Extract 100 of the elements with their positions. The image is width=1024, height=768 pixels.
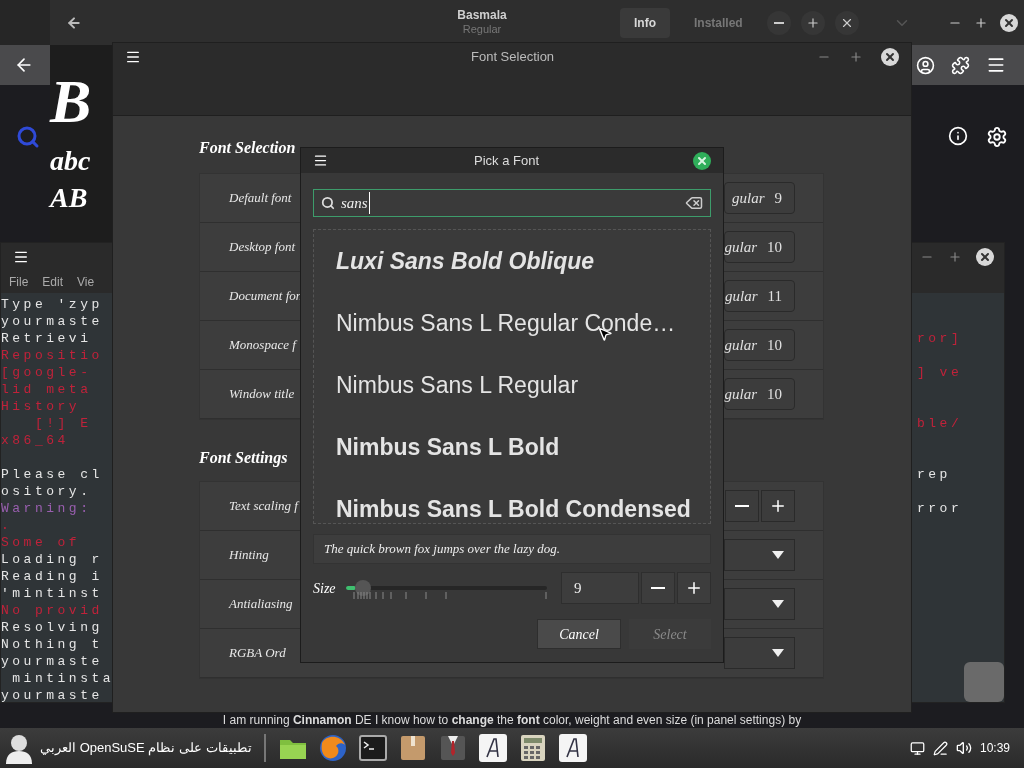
menu-item[interactable]: File: [9, 273, 29, 291]
terminal-line: ] ve: [917, 363, 963, 382]
font-list-item[interactable]: Nimbus Sans L Regular Conde…: [336, 305, 676, 341]
decrease-button[interactable]: [725, 490, 759, 522]
window-title: Font Selection: [471, 48, 555, 67]
font-list-item[interactable]: Nimbus Sans L Bold Condensed: [336, 491, 691, 523]
font-list-item[interactable]: Nimbus Sans L Bold: [336, 429, 560, 465]
terminal-line: .: [1, 516, 13, 535]
dropdown[interactable]: [724, 637, 795, 669]
plus-icon: [769, 497, 787, 515]
preview-field[interactable]: The quick brown fox jumps over the lazy dog.: [313, 534, 711, 564]
increase-button[interactable]: [677, 572, 711, 604]
setting-label: Monospace f: [229, 336, 296, 355]
terminal-line: Reading i: [1, 567, 103, 586]
terminal-line: [google-: [1, 363, 92, 382]
minus-icon: [773, 21, 784, 24]
terminal-line: yourmaste: [1, 312, 103, 331]
avatar-icon[interactable]: [4, 732, 34, 764]
back-icon[interactable]: [66, 14, 82, 31]
terminal-line: Resolving: [1, 618, 103, 637]
menu-item[interactable]: Vie: [77, 273, 95, 291]
font-icon[interactable]: [557, 733, 588, 763]
search-field[interactable]: sans: [313, 189, 711, 217]
size-field[interactable]: 9: [561, 572, 639, 604]
setting-label: Default font: [229, 189, 292, 208]
terminal-line: No provid: [1, 601, 103, 620]
terminal-line: Retrievi: [1, 329, 92, 348]
volume-icon[interactable]: [955, 740, 972, 756]
setting-label: Desktop font: [229, 238, 296, 257]
terminal-line: 'mintinst: [1, 584, 103, 603]
tab[interactable]: Info: [620, 7, 670, 38]
menu-icon[interactable]: [125, 49, 141, 65]
caret-icon: [772, 649, 784, 657]
close-button[interactable]: [881, 48, 899, 66]
terminal-line: Please cl: [1, 465, 103, 484]
puzzle-icon[interactable]: [951, 55, 970, 75]
terminal-line: x86_64: [1, 431, 69, 450]
size-slider[interactable]: [345, 580, 547, 596]
decrease-button[interactable]: [641, 572, 675, 604]
settings-icon[interactable]: [986, 126, 1008, 148]
terminal-line: Loading r: [1, 550, 103, 569]
terminal-line: mintinsta: [11, 669, 115, 688]
menu-item[interactable]: Edit: [42, 273, 64, 291]
maximize-icon[interactable]: [948, 250, 962, 264]
clear-icon[interactable]: [685, 194, 703, 212]
menu-icon[interactable]: [313, 153, 328, 168]
setting-label: Hinting: [229, 546, 269, 565]
pen-icon[interactable]: [932, 740, 948, 756]
preview-text: B: [50, 66, 93, 137]
terminal-line: [!] E: [33, 414, 92, 433]
maximize-icon[interactable]: [974, 15, 988, 30]
terminal-icon[interactable]: [357, 733, 388, 763]
terminal-line: Nothing t: [1, 635, 103, 654]
minus-icon: [651, 587, 665, 589]
globe-icon[interactable]: [317, 733, 348, 763]
terminal-line: yourmaste: [1, 652, 103, 671]
font-picker[interactable]: gular 11: [724, 280, 795, 312]
menu-label[interactable]: تطبيقات على نظام OpenSuSE العربي: [40, 738, 252, 758]
font-list-item[interactable]: Luxi Sans Bold Oblique: [336, 243, 595, 279]
font-picker[interactable]: gular 10: [724, 329, 795, 361]
font-picker[interactable]: gular 10: [724, 231, 795, 263]
close-icon: [979, 251, 991, 263]
setting-label: Antialiasing: [229, 595, 293, 614]
account-icon[interactable]: [916, 55, 935, 75]
dropdown[interactable]: [724, 539, 795, 571]
caret-icon: [772, 551, 784, 559]
close-button[interactable]: [1000, 13, 1018, 32]
zoom-out-button[interactable]: [766, 10, 791, 35]
preview-text: AB: [50, 180, 89, 215]
setting-label: RGBA Ord: [229, 644, 286, 663]
clock[interactable]: 10:39: [979, 739, 1010, 757]
monitor-icon[interactable]: [909, 740, 925, 756]
increase-button[interactable]: [761, 490, 795, 522]
section-heading: Font Settings: [199, 448, 288, 469]
dialog-action[interactable]: Cancel: [537, 619, 621, 649]
font-picker[interactable]: gular 9: [724, 182, 795, 214]
terminal-line: Warning:: [1, 499, 92, 518]
info-icon[interactable]: [948, 126, 968, 146]
section-heading: Font Selection: [199, 138, 296, 158]
search-icon: [321, 196, 335, 210]
font-picker[interactable]: gular 10: [724, 378, 795, 410]
dropdown[interactable]: [724, 588, 795, 620]
close-icon: [884, 51, 896, 63]
terminal-line: rror: [917, 499, 963, 518]
terminal-line: Repositio: [1, 346, 103, 365]
terminal-line: ble/: [917, 414, 963, 433]
search-icon[interactable]: [16, 125, 40, 149]
terminal-line: ository.: [1, 482, 92, 501]
menu-icon[interactable]: [13, 249, 29, 265]
close-button[interactable]: [693, 151, 711, 170]
size-label: Size: [313, 579, 336, 598]
setting-label: Window title: [229, 385, 295, 404]
dialog-title: Pick a Font: [474, 151, 540, 170]
font-icon[interactable]: [477, 733, 508, 763]
close-button[interactable]: [976, 248, 994, 266]
maximize-icon[interactable]: [849, 50, 863, 64]
font-list-item[interactable]: Nimbus Sans L Regular: [336, 367, 579, 403]
zoom-in-button[interactable]: [800, 10, 825, 35]
menu-icon[interactable]: [986, 55, 1006, 75]
remove-button[interactable]: [834, 10, 859, 35]
